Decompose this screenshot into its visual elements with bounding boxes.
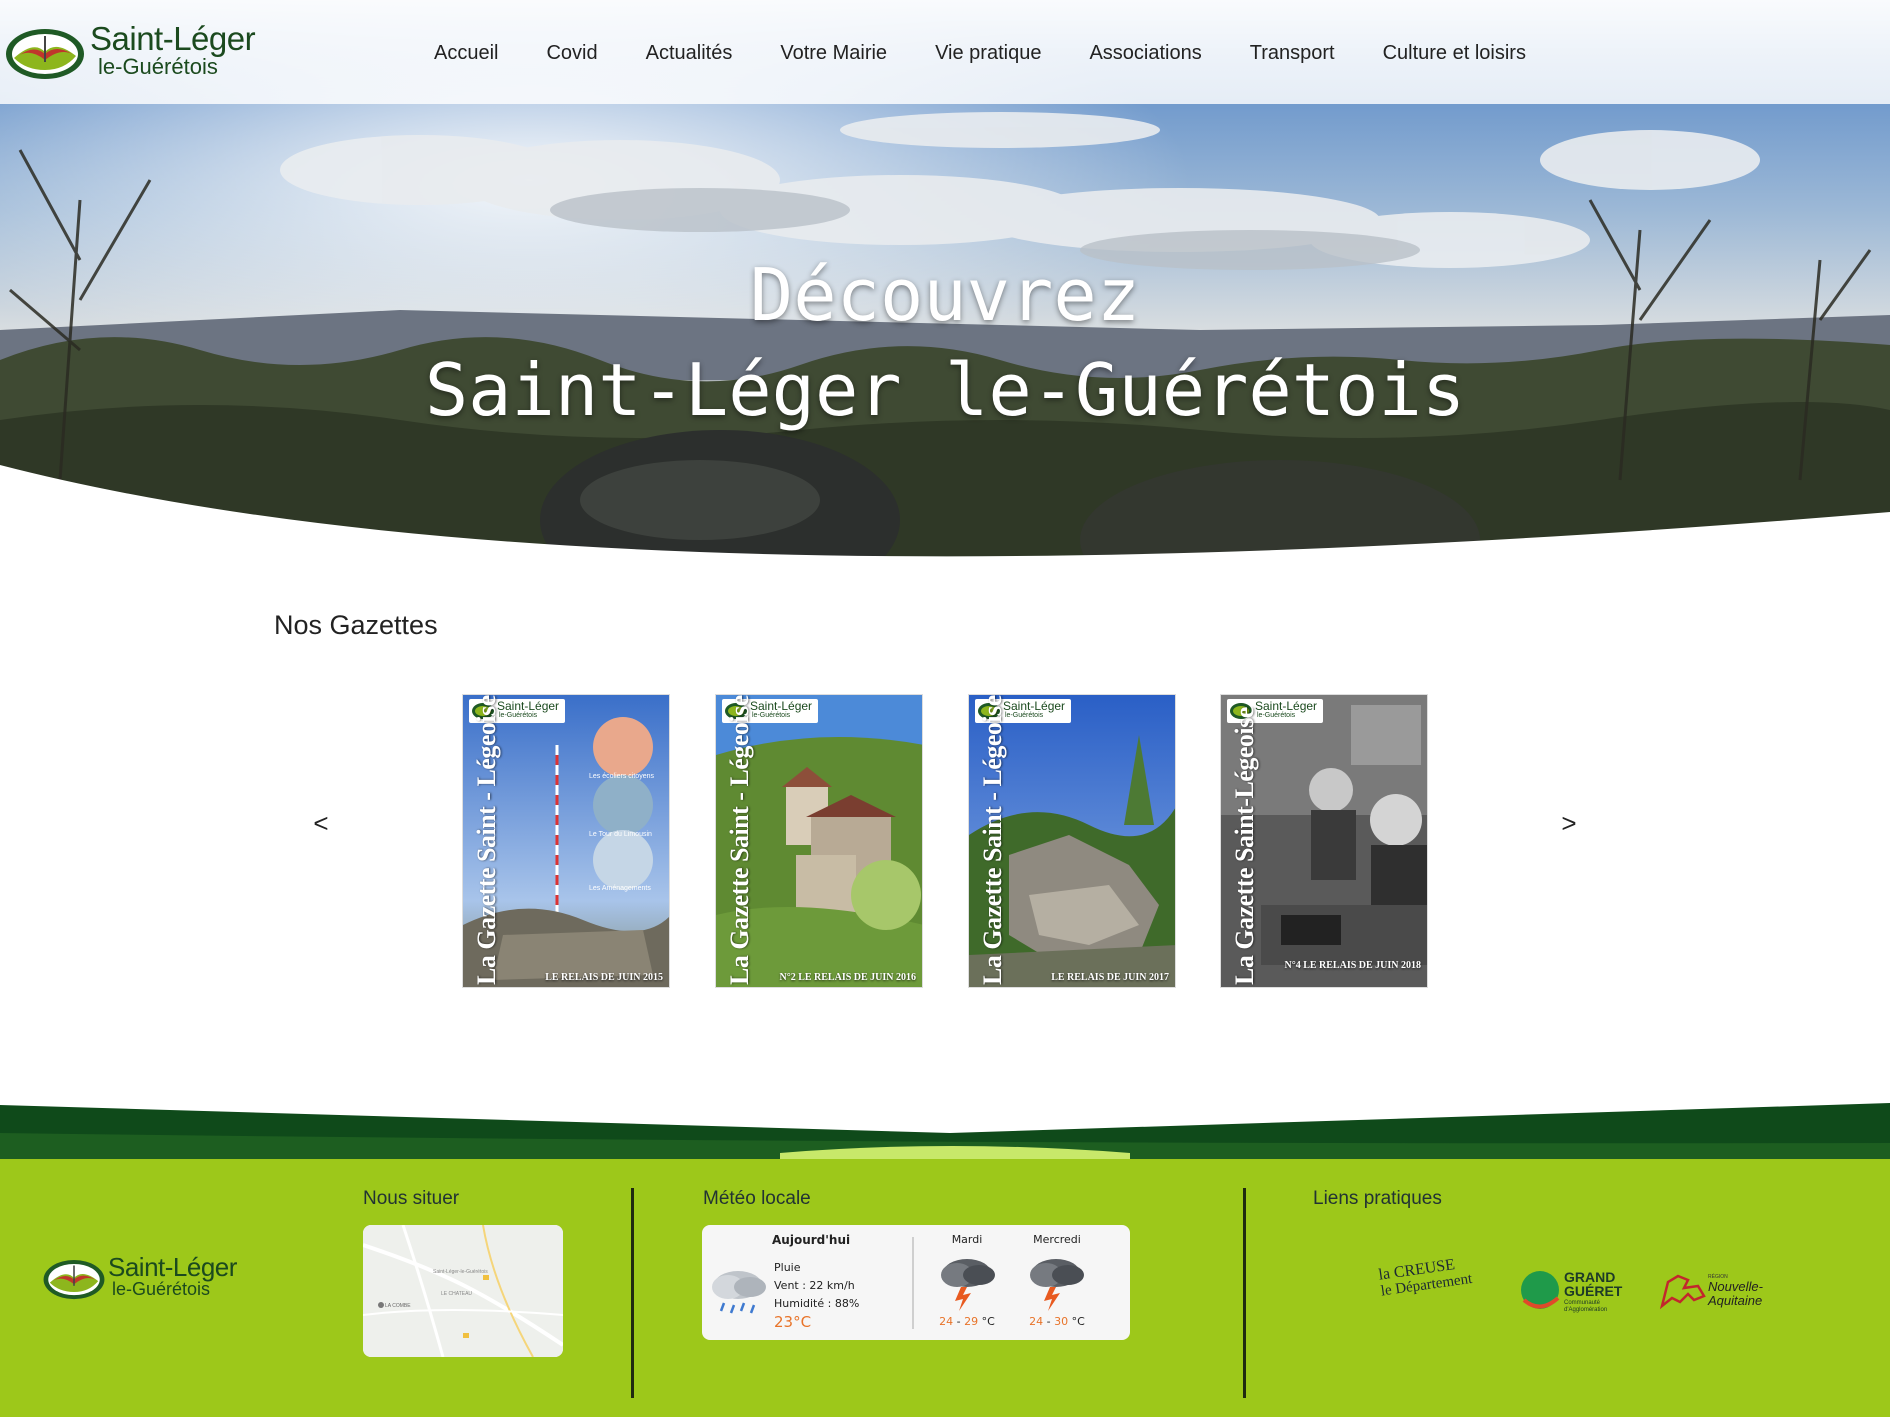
gazette-footer: N°2 LE RELAIS DE JUIN 2016 — [779, 972, 916, 983]
weather-wind: Vent : 22 km/h — [774, 1279, 855, 1292]
gazette-caption: Les Aménagements — [589, 885, 651, 892]
map-label: Saint-Léger-le-Guérétois — [433, 1269, 488, 1275]
gazette-caption: Le Tour du Limousin — [589, 831, 652, 838]
weather-condition-text: Pluie — [774, 1261, 801, 1274]
main-nav: Accueil Covid Actualités Votre Mairie Vi… — [410, 40, 1550, 66]
weather-day-low: 24 — [1029, 1315, 1044, 1328]
weather-separator — [912, 1237, 914, 1329]
nouvelle-aquitaine-lion-icon — [1659, 1274, 1706, 1310]
gazette-title-vertical: La Gazette Saint - Légeoise — [720, 695, 760, 985]
hero-title-line2: Saint-Léger le-Guérétois — [424, 348, 1466, 432]
footer-wave-divider — [0, 1103, 1890, 1165]
gazette-footer: LE RELAIS DE JUIN 2015 — [545, 972, 663, 983]
logo-line2: le-Guérétois — [98, 54, 218, 79]
map-label: LA COMBE — [385, 1303, 411, 1309]
grand-gueret-line1: GRAND — [1564, 1269, 1616, 1285]
locate-heading: Nous situer — [363, 1188, 460, 1209]
map-label: LE CHATEAU — [441, 1291, 473, 1297]
weather-condition: Pluie Vent : 22 km/h Humidité : 88% — [774, 1259, 859, 1313]
gazette-cover-2015[interactable]: Saint-Léger le-Guérétois Les écoliers cit… — [462, 694, 670, 988]
weather-humidity: Humidité : 88% — [774, 1297, 860, 1310]
gazette-title-vertical: La Gazette Saint - Légeoise — [467, 695, 507, 985]
weather-day-range: 24 - 30 °C — [1029, 1315, 1085, 1328]
gazette-badge-line1: Saint-Léger — [1003, 699, 1066, 713]
gazette-badge-line1: Saint-Léger — [497, 699, 560, 713]
gazette-title: La Gazette Saint - Légeoise — [472, 695, 501, 985]
weather-day-name: Mercredi — [1033, 1233, 1081, 1246]
carousel-next-button[interactable]: > — [1554, 808, 1584, 839]
rain-cloud-icon — [712, 1271, 766, 1314]
nav-item-associations[interactable]: Associations — [1065, 40, 1225, 66]
weather-day-unit: °C — [981, 1315, 995, 1328]
weather-widget: Aujourd'hui Pluie Vent : 22 km/h Humidit… — [702, 1225, 1130, 1340]
footer-divider — [1243, 1188, 1246, 1398]
gazette-cover-2017[interactable]: Saint-Léger le-Guérétois La Gazette Saint… — [968, 694, 1176, 988]
weather-today-label: Aujourd'hui — [772, 1233, 851, 1247]
nav-item-transport[interactable]: Transport — [1226, 40, 1359, 66]
gazette-title: La Gazette Saint-Légeoise — [1230, 707, 1259, 985]
logo-line1: Saint-Léger — [90, 20, 256, 57]
nav-item-actualites[interactable]: Actualités — [622, 40, 757, 66]
links-heading: Liens pratiques — [1313, 1188, 1442, 1209]
site-logo[interactable]: Saint-Léger le-Guérétois — [4, 18, 274, 84]
nav-item-vie-pratique[interactable]: Vie pratique — [911, 40, 1065, 66]
location-map[interactable]: Saint-Léger-le-Guérétois LA COMBE LE CHA… — [363, 1225, 563, 1357]
weather-day-high: 30 — [1054, 1315, 1069, 1328]
nav-item-votre-mairie[interactable]: Votre Mairie — [756, 40, 911, 66]
hero-title-line1: Découvrez — [749, 253, 1141, 337]
storm-cloud-icon — [941, 1259, 995, 1311]
gazette-footer: LE RELAIS DE JUIN 2017 — [1051, 972, 1169, 983]
gazette-badge-line2: le-Guérétois — [499, 712, 538, 719]
weather-temperature: 23°C — [774, 1313, 812, 1331]
grand-gueret-logo-icon — [1521, 1271, 1560, 1309]
footer-divider — [631, 1188, 634, 1398]
gazette-footer: N°4 LE RELAIS DE JUIN 2018 — [1284, 960, 1421, 971]
grand-gueret-line4: d'Agglomération — [1564, 1307, 1608, 1313]
gazettes-title: Nos Gazettes — [274, 610, 438, 640]
gazette-badge-line2: le-Guérétois — [752, 712, 791, 719]
gazette-caption: Les écoliers citoyens — [589, 773, 654, 780]
site-header: Saint-Léger le-Guérétois Accueil Covid A… — [0, 0, 1890, 104]
carousel-prev-button[interactable]: < — [306, 808, 336, 839]
partner-link-creuse[interactable]: la CREUSE le Département — [1377, 1253, 1493, 1310]
weather-day-range: 24 - 29 °C — [939, 1315, 995, 1328]
storm-cloud-icon — [1030, 1259, 1084, 1311]
footer-logo-text: Saint-Léger le-Guérétois — [108, 1254, 237, 1298]
gazette-badge-line2: le-Guérétois — [1005, 712, 1044, 719]
gazette-badge-line1: Saint-Léger — [1255, 699, 1318, 713]
grand-gueret-line3: Communauté — [1564, 1300, 1601, 1306]
footer-logo-line1: Saint-Léger — [108, 1252, 237, 1282]
footer-logo[interactable]: Saint-Léger le-Guérétois — [42, 1252, 262, 1308]
gazette-badge-line1: Saint-Léger — [750, 699, 813, 713]
nav-item-covid[interactable]: Covid — [522, 40, 621, 66]
footer-logo-line2: le-Guérétois — [112, 1279, 211, 1299]
partner-link-grand-gueret[interactable]: GRAND GUÉRET Communauté d'Agglomération — [1520, 1270, 1630, 1318]
region-line2: Aquitaine — [1708, 1293, 1763, 1308]
gazette-title-vertical: La Gazette Saint-Légeoise — [1225, 707, 1265, 985]
gazette-title: La Gazette Saint - Légeoise — [978, 695, 1007, 985]
weather-day-unit: °C — [1071, 1315, 1085, 1328]
nav-item-culture-loisirs[interactable]: Culture et loisirs — [1359, 40, 1550, 66]
gazette-cover-2016[interactable]: Saint-Léger le-Guérétois La Gazette Saint… — [715, 694, 923, 988]
gazette-cover-2018[interactable]: Saint-Léger le-Guérétois La Gazette Saint… — [1220, 694, 1428, 988]
hero-title: Découvrez Saint-Léger le-Guérétois — [0, 250, 1890, 440]
logo-emblem-icon — [43, 1260, 105, 1300]
grand-gueret-line2: GUÉRET — [1564, 1283, 1623, 1299]
logo-emblem-icon — [6, 29, 84, 79]
weather-day-low: 24 — [939, 1315, 954, 1328]
gazette-badge-line2: le-Guérétois — [1257, 712, 1296, 719]
nav-item-accueil[interactable]: Accueil — [410, 40, 522, 66]
region-line1: Nouvelle- — [1708, 1279, 1763, 1294]
weather-heading: Météo locale — [703, 1188, 811, 1209]
gazette-title-vertical: La Gazette Saint - Légeoise — [973, 695, 1013, 985]
weather-day-name: Mardi — [951, 1233, 983, 1246]
weather-day-high: 29 — [964, 1315, 979, 1328]
gazette-title: La Gazette Saint - Légeoise — [725, 695, 754, 985]
partner-link-nouvelle-aquitaine[interactable]: RÉGION Nouvelle- Aquitaine — [1658, 1270, 1778, 1316]
site-footer: Saint-Léger le-Guérétois Nous situer Sai… — [0, 1160, 1890, 1417]
logo-text: Saint-Léger le-Guérétois — [90, 20, 256, 79]
